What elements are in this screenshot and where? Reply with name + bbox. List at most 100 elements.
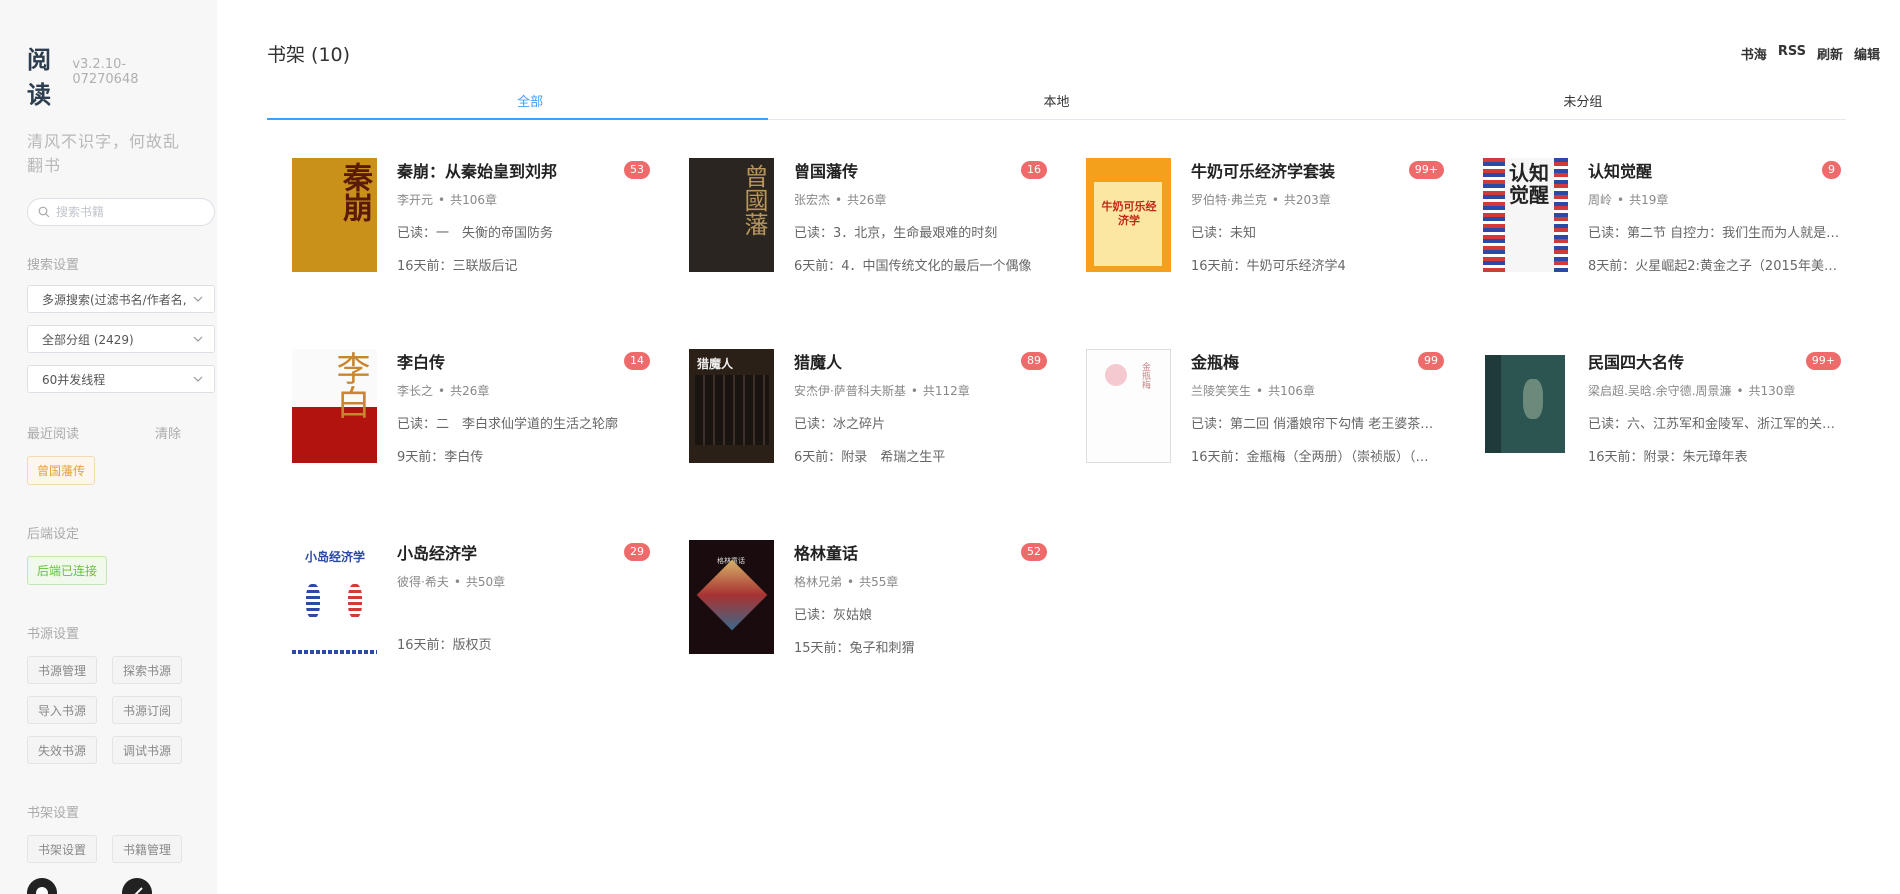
book-card[interactable]: 民国四大名传 99+ 梁启超.吴晗.余守德.周景濂 • 共130章 已读：六、江苏军… <box>1483 349 1853 465</box>
book-title: 李白传 <box>397 353 446 372</box>
shelf-actions: 书海 RSS 刷新 编辑 <box>1741 44 1880 63</box>
shelf-settings-title: 书架设置 <box>27 806 80 821</box>
tab-ungrouped[interactable]: 未分组 <box>1320 85 1846 119</box>
read-progress: 已读：六、江苏军和金陵军、浙江军的关… <box>1588 417 1836 432</box>
feather-icon[interactable] <box>122 878 152 894</box>
book-chapters: 共112章 <box>922 384 970 398</box>
shelf-settings-button[interactable]: 书架设置 <box>27 835 97 863</box>
book-title: 小岛经济学 <box>397 544 478 563</box>
explore-source-button[interactable]: 探索书源 <box>112 656 182 684</box>
book-card[interactable]: 猎魔人 猎魔人 89 安杰伊·萨普科夫斯基 • 共112章 已读：冰之碎片 6天前：… <box>689 349 1059 465</box>
thread-select[interactable]: 60并发线程 <box>27 365 215 393</box>
book-author: 兰陵笑笑生 <box>1191 384 1252 398</box>
book-author: 安杰伊·萨普科夫斯基 <box>794 384 906 398</box>
book-manage-button[interactable]: 书籍管理 <box>112 835 182 863</box>
read-progress: 已读：灰姑娘 <box>794 608 873 623</box>
cover-title: 认知觉醒 <box>1509 161 1549 207</box>
book-cover: 小岛经济学 <box>292 540 377 654</box>
refresh-button[interactable]: 刷新 <box>1817 44 1843 63</box>
book-card[interactable]: 金瓶梅 金瓶梅 99 兰陵笑笑生 • 共106章 已读：第二回 俏潘娘帘下勾情 老王… <box>1086 349 1456 465</box>
book-card[interactable]: 格林童话 格林童话 52 格林兄弟•共55章 已读：灰姑娘 15天前：兔子和刺猬 <box>689 540 1059 656</box>
search-box[interactable] <box>27 198 215 226</box>
search-icon <box>38 206 50 218</box>
unread-badge: 53 <box>624 161 650 179</box>
debug-source-button[interactable]: 调试书源 <box>112 736 182 764</box>
search-mode-select[interactable]: 多源搜索(过滤书名/作者名, <box>27 285 215 313</box>
latest-chapter: 16天前：附录：朱元璋年表 <box>1588 450 1748 465</box>
latest-chapter: 9天前：李白传 <box>397 450 484 465</box>
book-card[interactable]: 李白 李白传 14 李长之 • 共26章 已读：二 李白求仙学道的生活之轮廓 9天前… <box>292 349 662 465</box>
cover-title: 李白 <box>330 351 370 419</box>
cover-title: 小岛经济学 <box>304 550 365 564</box>
unread-badge: 99+ <box>1408 161 1444 179</box>
chevron-down-icon <box>193 296 203 302</box>
main-content: 书架 (10) 书海 RSS 刷新 编辑 全部 本地 未分组 秦崩 秦崩：从秦始… <box>217 0 1900 894</box>
book-sea-button[interactable]: 书海 <box>1741 44 1767 63</box>
source-manage-button[interactable]: 书源管理 <box>27 656 97 684</box>
latest-chapter: 16天前：三联版后记 <box>397 259 518 274</box>
book-title: 秦崩：从秦始皇到刘邦 <box>397 162 558 181</box>
book-title: 猎魔人 <box>794 353 843 372</box>
unread-badge: 99 <box>1418 352 1444 370</box>
unread-badge: 99+ <box>1805 352 1841 370</box>
latest-chapter: 16天前：版权页 <box>397 638 492 653</box>
book-chapters: 共106章 <box>450 193 497 207</box>
book-chapters: 共106章 <box>1268 384 1315 398</box>
cover-decoration <box>306 584 320 618</box>
import-source-button[interactable]: 导入书源 <box>27 696 97 724</box>
book-card[interactable]: 曾國藩 曾国藩传 16 张宏杰 • 共26章 已读：3．北京，生命最艰难的时刻 6天… <box>689 158 1059 274</box>
cover-decoration <box>1483 158 1505 272</box>
chevron-down-icon <box>193 336 203 342</box>
unread-badge: 14 <box>624 352 650 370</box>
app-version: v3.2.10-07270648 <box>72 57 139 87</box>
book-chapters: 共50章 <box>465 575 506 589</box>
cover-title: 金瓶梅 <box>1140 362 1150 389</box>
read-progress: 已读：冰之碎片 <box>794 417 886 432</box>
group-select[interactable]: 全部分组 (2429) <box>27 325 215 353</box>
cover-title: 牛奶可乐经济学 <box>1101 200 1157 227</box>
recent-book-tag[interactable]: 曾国藩传 <box>27 456 96 485</box>
read-progress: 已读：二 李白求仙学道的生活之轮廓 <box>397 417 619 432</box>
source-settings-title: 书源设置 <box>27 627 80 642</box>
edit-button[interactable]: 编辑 <box>1854 44 1880 63</box>
sidebar: 阅读 v3.2.10-07270648 清风不识字，何故乱翻书 搜索设置 多源搜… <box>0 0 217 894</box>
book-title: 金瓶梅 <box>1191 353 1240 372</box>
book-chapters: 共26章 <box>847 193 887 207</box>
github-icon[interactable] <box>27 878 57 894</box>
latest-chapter: 6天前：4．中国传统文化的最后一个偶像 <box>794 259 1032 274</box>
book-author: 梁启超.吴晗.余守德.周景濂 <box>1588 384 1732 398</box>
subscribe-source-button[interactable]: 书源订阅 <box>112 696 182 724</box>
book-cover: 李白 <box>292 349 377 463</box>
bottom-icons <box>27 878 152 894</box>
book-cover: 认知觉醒 <box>1483 158 1568 272</box>
shelf-tabs: 全部 本地 未分组 <box>267 85 1846 120</box>
search-input[interactable] <box>56 205 206 219</box>
active-tab-indicator <box>267 118 768 120</box>
cover-decoration <box>696 559 768 631</box>
book-chapters: 共203章 <box>1283 193 1331 207</box>
backend-title: 后端设定 <box>27 527 80 542</box>
clear-recent-button[interactable]: 清除 <box>155 423 181 442</box>
book-card[interactable]: 认知觉醒 认知觉醒 9 周岭 • 共19章 已读：第二节 自控力：我们生而为人就是…… <box>1483 158 1853 274</box>
backend-status-badge[interactable]: 后端已连接 <box>27 556 108 585</box>
unread-badge: 9 <box>1822 161 1841 179</box>
cover-decoration <box>1554 158 1568 272</box>
tab-all[interactable]: 全部 <box>267 85 793 119</box>
chevron-down-icon <box>193 376 203 382</box>
rss-button[interactable]: RSS <box>1778 44 1806 63</box>
cover-decoration <box>695 375 769 445</box>
book-title: 曾国藩传 <box>794 162 859 181</box>
book-card[interactable]: 秦崩 秦崩：从秦始皇到刘邦 53 李开元 • 共106章 已读：一 失衡的帝国防务 … <box>292 158 662 274</box>
read-progress: 已读：未知 <box>1191 226 1257 241</box>
tab-local[interactable]: 本地 <box>793 85 1319 119</box>
book-chapters: 共26章 <box>450 384 490 398</box>
unread-badge: 89 <box>1021 352 1047 370</box>
cover-title: 秦崩 <box>337 162 372 222</box>
book-card[interactable]: 小岛经济学 小岛经济学 29 彼得·希夫 • 共50章 16天前：版权页 <box>292 540 662 656</box>
cover-decoration <box>348 584 362 618</box>
invalid-source-button[interactable]: 失效书源 <box>27 736 97 764</box>
read-progress: 已读：3．北京，生命最艰难的时刻 <box>794 226 998 241</box>
latest-chapter: 16天前：金瓶梅（全两册）（崇祯版）（… <box>1191 450 1429 465</box>
book-cover <box>1483 349 1568 463</box>
book-card[interactable]: 牛奶可乐经济学 牛奶可乐经济学套装 99+ 罗伯特·弗兰克 • 共203章 已读：未… <box>1086 158 1456 274</box>
